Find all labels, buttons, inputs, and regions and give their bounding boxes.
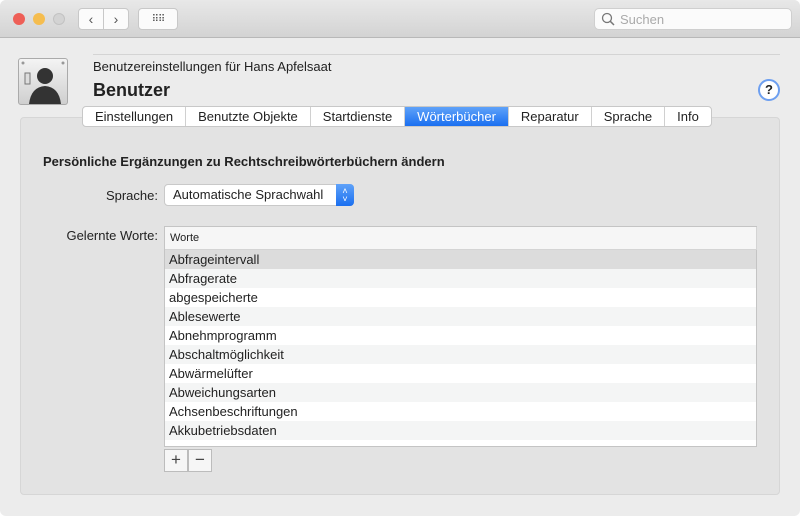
chevron-right-icon: ›: [113, 11, 119, 27]
remove-word-button[interactable]: −: [188, 449, 212, 472]
tab-einstellungen[interactable]: Einstellungen: [83, 107, 187, 126]
tab-reparatur[interactable]: Reparatur: [509, 107, 592, 126]
divider: [93, 54, 780, 55]
help-button[interactable]: ?: [758, 79, 780, 101]
page-title: Benutzer: [93, 80, 171, 100]
chevron-left-icon: ‹: [88, 11, 94, 27]
table-row[interactable]: Abweichungsarten: [165, 383, 756, 402]
table-row[interactable]: abgespeicherte: [165, 288, 756, 307]
forward-button[interactable]: ›: [103, 8, 129, 30]
table-row[interactable]: Abfrageintervall: [165, 250, 756, 269]
words-label: Gelernte Worte:: [66, 228, 158, 243]
tab-bar: Einstellungen Benutzte Objekte Startdien…: [82, 106, 712, 127]
window: ‹ › ⠿⠿ Suchen Benutzereinstellungen für …: [0, 0, 800, 516]
titlebar: ‹ › ⠿⠿ Suchen: [0, 0, 800, 38]
zoom-button[interactable]: [53, 13, 65, 25]
table-row[interactable]: Ablesewerte: [165, 307, 756, 326]
tab-woerterbuecher[interactable]: Wörterbücher: [405, 107, 509, 126]
table-row[interactable]: Abschaltmöglichkeit: [165, 345, 756, 364]
user-icon: [18, 58, 68, 105]
search-placeholder: Suchen: [620, 11, 665, 27]
table-body: Abfrageintervall Abfragerate abgespeiche…: [165, 250, 756, 440]
section-heading: Persönliche Ergänzungen zu Rechtschreibw…: [43, 154, 445, 169]
table-row[interactable]: Akkubetriebsdaten: [165, 421, 756, 440]
table-row[interactable]: Abnehmprogramm: [165, 326, 756, 345]
tab-sprache[interactable]: Sprache: [592, 107, 666, 126]
chevron-up-down-icon: ˄ ˅: [336, 184, 354, 206]
tab-startdienste[interactable]: Startdienste: [311, 107, 406, 126]
table-row[interactable]: Achsenbeschriftungen: [165, 402, 756, 421]
language-select[interactable]: Automatische Sprachwahl ˄ ˅: [164, 184, 354, 206]
page-subtitle: Benutzereinstellungen für Hans Apfelsaat: [93, 59, 332, 74]
tab-info[interactable]: Info: [665, 107, 711, 126]
search-icon: [601, 12, 615, 26]
back-button[interactable]: ‹: [78, 8, 104, 30]
show-all-button[interactable]: ⠿⠿: [138, 8, 178, 30]
grid-icon: ⠿⠿: [151, 13, 166, 25]
words-table: Worte Abfrageintervall Abfragerate abges…: [164, 226, 757, 447]
table-row[interactable]: Abwärmelüfter: [165, 364, 756, 383]
search-input[interactable]: Suchen: [594, 8, 792, 30]
minimize-button[interactable]: [33, 13, 45, 25]
column-header-worte[interactable]: Worte: [165, 227, 757, 250]
close-button[interactable]: [13, 13, 25, 25]
add-word-button[interactable]: +: [164, 449, 188, 472]
language-label: Sprache:: [105, 188, 158, 203]
language-value: Automatische Sprachwahl: [173, 187, 324, 202]
table-row[interactable]: Abfragerate: [165, 269, 756, 288]
tab-benutzte-objekte[interactable]: Benutzte Objekte: [186, 107, 311, 126]
